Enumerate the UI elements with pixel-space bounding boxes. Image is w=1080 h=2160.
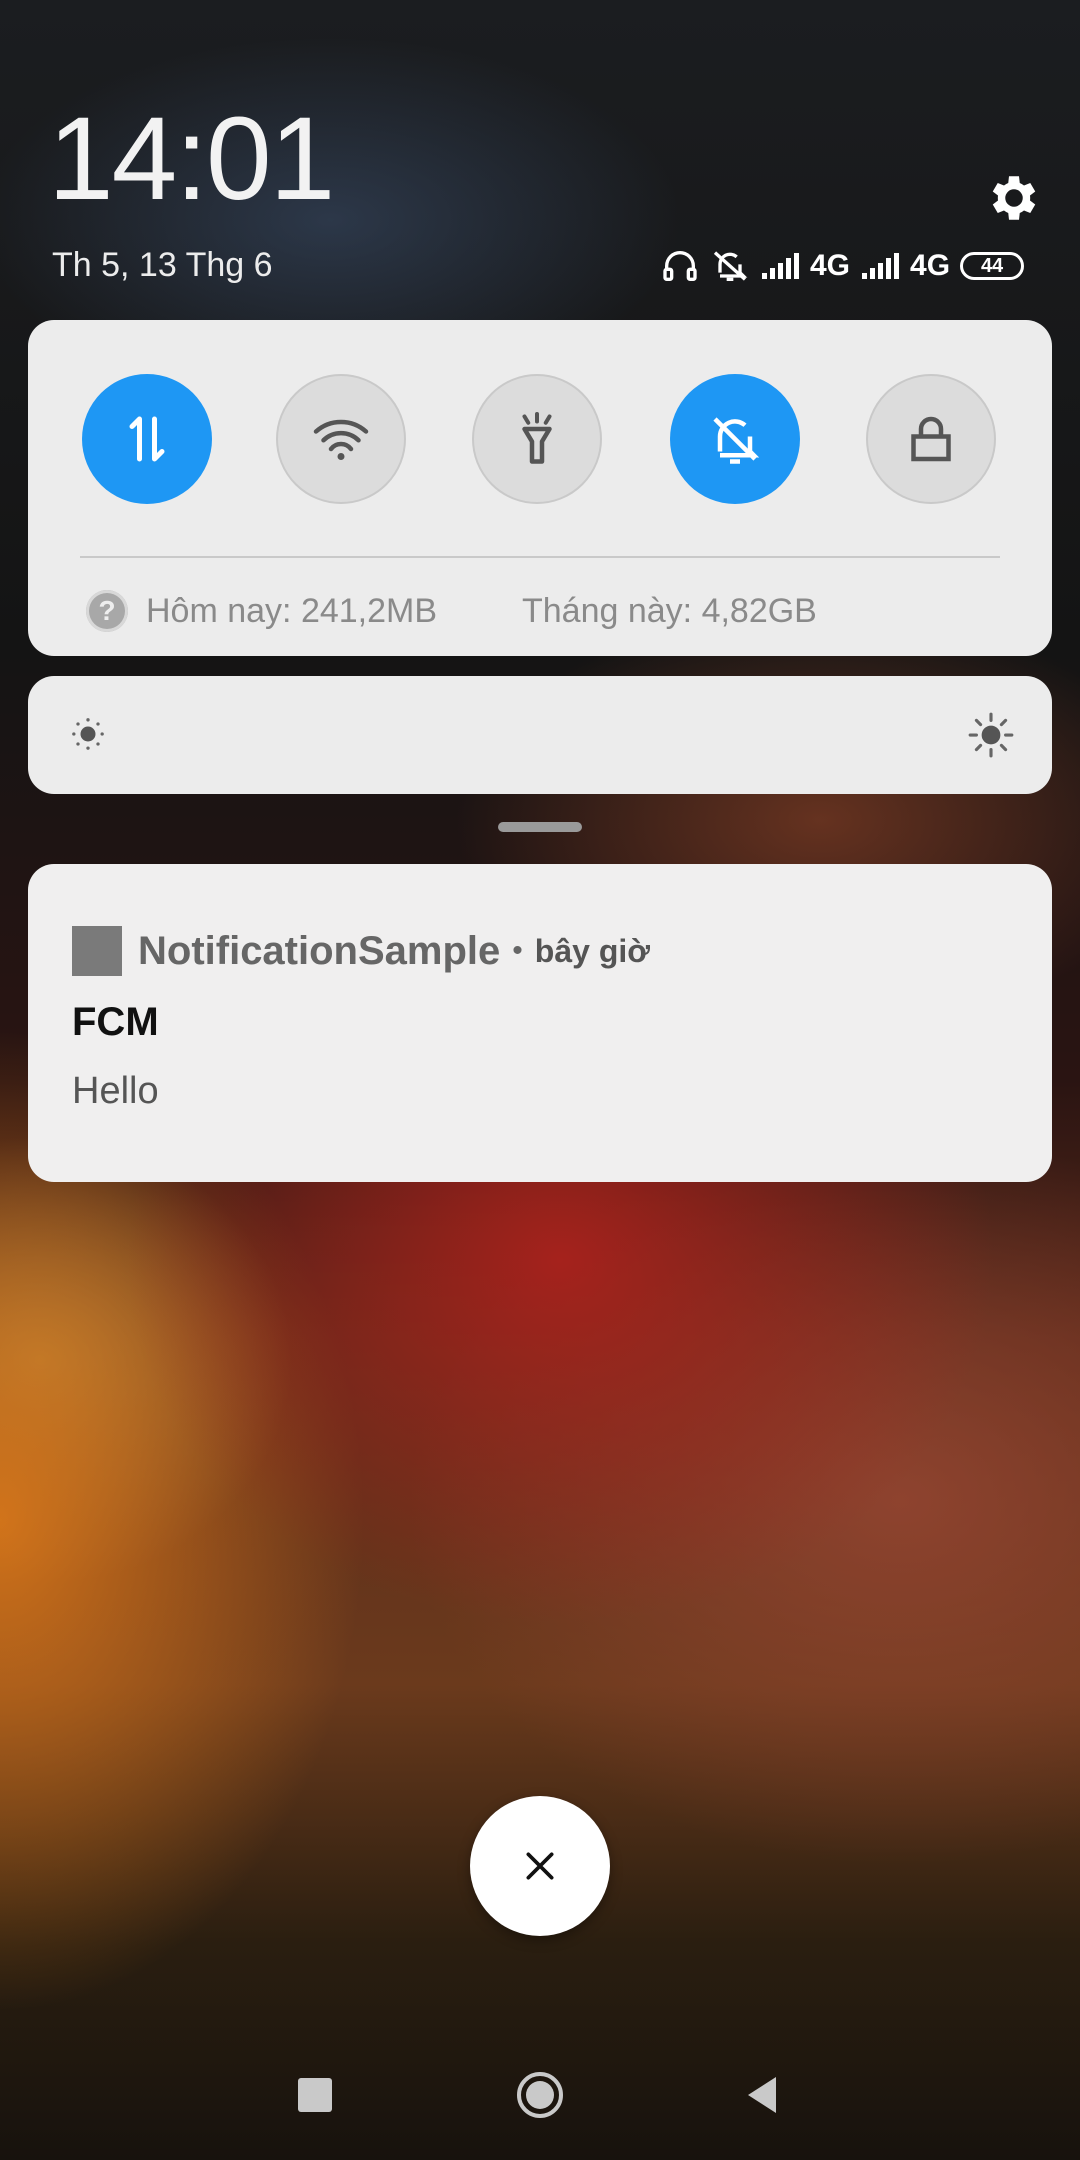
notification-time: bây giờ [534, 932, 650, 969]
data-arrows-icon [129, 416, 165, 462]
usage-today: Hôm nay: 241,2MB [146, 591, 438, 630]
drawer-handle[interactable] [498, 822, 582, 832]
data-usage-month: Tháng này: 4,82GB [522, 586, 817, 636]
brightness-slider[interactable] [28, 676, 1052, 794]
network-type-1: 4G [810, 249, 851, 282]
notification-body: Hello [72, 1070, 159, 1112]
close-icon [526, 1852, 554, 1880]
network-type-2: 4G [910, 249, 951, 282]
app-icon [72, 926, 122, 976]
mobile-data-toggle[interactable] [82, 374, 212, 504]
help-icon: ? [86, 590, 128, 632]
notification-title: FCM [72, 1000, 159, 1044]
signal-icon [762, 253, 799, 279]
flashlight-icon [522, 412, 552, 464]
battery-indicator: 44 [960, 252, 1025, 280]
bell-muted-icon [713, 251, 748, 281]
back-triangle-icon[interactable] [742, 2074, 782, 2116]
status-icons: 4G 4G 44 [660, 244, 1025, 288]
settings-gear-icon[interactable] [984, 168, 1044, 228]
clock: 14:01 [48, 93, 335, 225]
headphones-icon [663, 251, 697, 281]
notification-card[interactable]: NotificationSample • bây giờ FCM Hello [28, 864, 1052, 1182]
separator-dot: • [512, 934, 523, 967]
app-name: NotificationSample [138, 928, 501, 973]
wifi-toggle[interactable] [276, 374, 406, 504]
bell-off-icon [713, 417, 760, 464]
clear-notifications-button[interactable] [470, 1796, 610, 1936]
lock-icon [911, 416, 951, 462]
silent-toggle[interactable] [670, 374, 800, 504]
notification-header: NotificationSample • bây giờ [138, 926, 650, 976]
flashlight-toggle[interactable] [472, 374, 602, 504]
wifi-icon [313, 419, 369, 460]
qs-divider [80, 556, 1000, 558]
usage-month: Tháng này: 4,82GB [522, 591, 817, 630]
signal-icon [862, 253, 900, 279]
lock-screen-toggle[interactable] [866, 374, 996, 504]
recents-square-icon[interactable] [298, 2078, 332, 2112]
quick-settings-panel: ? Hôm nay: 241,2MB Tháng này: 4,82GB [28, 320, 1052, 656]
brightness-low-icon [72, 718, 104, 750]
battery-level: 44 [980, 254, 1004, 277]
home-circle-icon[interactable] [516, 2071, 564, 2119]
date: Th 5, 13 Thg 6 [52, 246, 273, 284]
brightness-high-icon [968, 712, 1014, 758]
data-usage: ? Hôm nay: 241,2MB [86, 586, 437, 636]
